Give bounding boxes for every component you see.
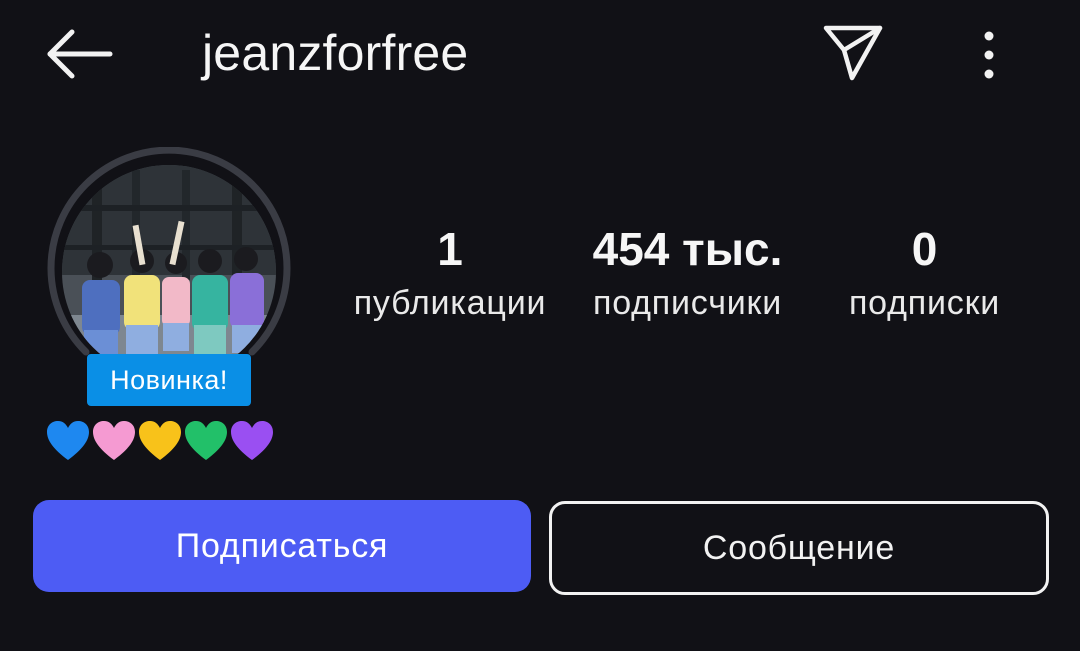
purple-heart-icon xyxy=(231,421,273,460)
stat-followers[interactable]: 454 тыс. подписчики xyxy=(575,220,800,328)
share-profile-button[interactable] xyxy=(818,20,888,84)
arrow-left-icon xyxy=(47,29,113,79)
back-button[interactable] xyxy=(40,24,120,84)
posts-label: публикации xyxy=(353,284,547,322)
stat-posts[interactable]: 1 публикации xyxy=(340,220,560,328)
bio-hearts xyxy=(47,421,273,460)
pink-heart-icon xyxy=(93,421,135,460)
message-button[interactable]: Сообщение xyxy=(549,501,1049,595)
follow-button[interactable]: Подписаться xyxy=(33,500,531,592)
followers-label: подписчики xyxy=(592,284,782,322)
posts-count: 1 xyxy=(437,223,463,275)
send-icon xyxy=(823,25,883,81)
following-count: 0 xyxy=(911,223,938,275)
stat-following[interactable]: 0 подписки xyxy=(832,220,1017,328)
yellow-heart-icon xyxy=(139,421,181,460)
followers-count: 454 тыс. xyxy=(592,223,783,275)
following-label: подписки xyxy=(848,284,1001,322)
new-badge: Новинка! xyxy=(87,354,251,406)
more-vertical-icon xyxy=(984,31,994,79)
top-bar: jeanzforfree xyxy=(0,0,1080,110)
blue-heart-icon xyxy=(47,421,89,460)
green-heart-icon xyxy=(185,421,227,460)
more-options-button[interactable] xyxy=(964,24,1014,84)
profile-username: jeanzforfree xyxy=(202,25,469,81)
avatar-photo[interactable] xyxy=(62,165,276,379)
